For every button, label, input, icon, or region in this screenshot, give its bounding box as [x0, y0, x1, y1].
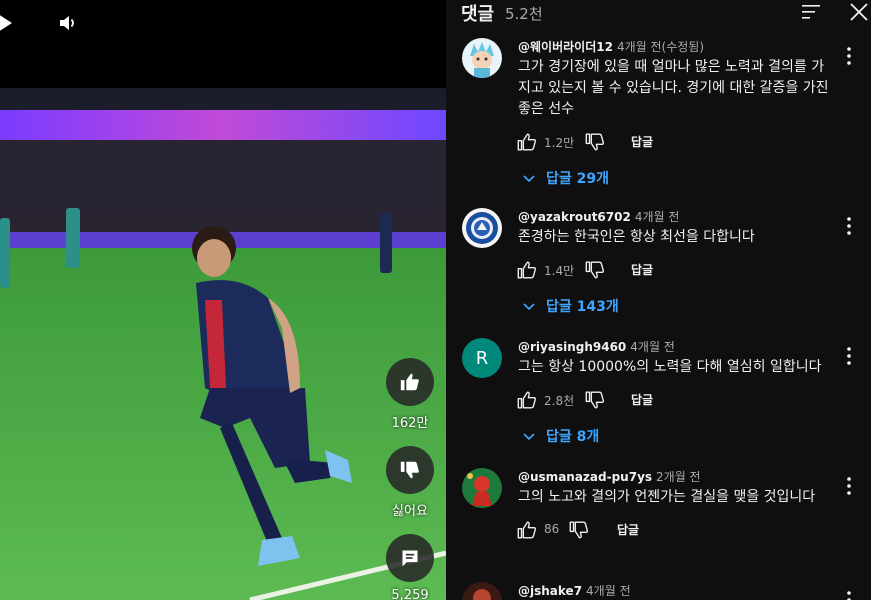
- comment-actions: 1.4만 답글: [516, 259, 836, 283]
- thumb-down-icon[interactable]: [584, 259, 606, 281]
- comment-actions: 86 답글: [516, 519, 836, 543]
- chevron-down-icon: [523, 303, 535, 311]
- comment-like-count: 1.2만: [544, 136, 575, 150]
- like-count: 162만: [391, 416, 429, 431]
- more-vert-icon[interactable]: [844, 590, 854, 600]
- comment-like-count: 1.4만: [544, 264, 575, 278]
- view-replies-button[interactable]: 답글 29개: [518, 168, 836, 190]
- comments-header: 댓글 5.2천: [446, 0, 871, 30]
- avatar[interactable]: [462, 208, 502, 248]
- video-player[interactable]: 162만 싫어요 5,259: [0, 0, 446, 600]
- avatar-letter: R: [475, 347, 489, 369]
- comment-text: 그의 노고와 결의가 언젠가는 결실을 맺을 것입니다: [518, 489, 816, 505]
- comment-text: 그는 항상 10000%의 노력을 다해 열심히 일합니다: [518, 359, 822, 375]
- comment-like-count: 86: [544, 522, 560, 536]
- avatar-image: [462, 582, 502, 600]
- avatar-image: [462, 208, 502, 248]
- thumb-up-icon[interactable]: [516, 519, 538, 541]
- comment-time[interactable]: 4개월 전: [635, 210, 680, 224]
- comment-time[interactable]: 4개월 전: [586, 584, 631, 598]
- more-vert-icon[interactable]: [844, 216, 854, 236]
- view-replies-button[interactable]: 답글 143개: [518, 296, 836, 318]
- thumb-down-icon[interactable]: [568, 519, 590, 541]
- comment-text: 그가 경기장에 있을 때 얼마나 많은 노력과 결의를 가지고 있는지 볼 수 …: [518, 59, 829, 117]
- comments-title: 댓글: [461, 4, 495, 25]
- player-controls: [0, 0, 446, 88]
- avatar[interactable]: [462, 582, 502, 600]
- comment-body: @yazakrout6702 4개월 전 존경하는 한국인은 항상 최선을 다합니…: [516, 208, 836, 318]
- thumb-down-icon[interactable]: [584, 389, 606, 411]
- comments-count: 5.2천: [505, 5, 543, 23]
- comment-icon: [402, 550, 418, 567]
- thumb-up-icon: [400, 373, 419, 391]
- view-replies-button[interactable]: 답글 8개: [518, 426, 836, 448]
- avatar[interactable]: [462, 38, 502, 78]
- comment-actions: 1.2만 답글: [516, 131, 836, 155]
- chevron-down-icon: [523, 433, 535, 441]
- thumb-up-icon[interactable]: [516, 259, 538, 281]
- video-frame: [0, 88, 446, 600]
- dislike-video-button[interactable]: [386, 446, 434, 494]
- comment-actions: 2.8천 답글: [516, 389, 836, 413]
- reply-button[interactable]: 답글: [631, 391, 653, 408]
- replies-count: 답글 29개: [546, 171, 609, 187]
- sort-icon[interactable]: [800, 3, 822, 21]
- comment-author[interactable]: @yazakrout6702: [518, 210, 631, 224]
- dislike-label: 싫어요: [392, 504, 428, 519]
- comment-author[interactable]: @usmanazad-pu7ys: [518, 470, 652, 484]
- reply-button[interactable]: 답글: [631, 133, 653, 150]
- comment-time[interactable]: 4개월 전(수정됨): [617, 40, 704, 54]
- volume-icon[interactable]: [58, 13, 78, 33]
- reply-button[interactable]: 답글: [617, 521, 639, 538]
- comment-body: @jshake7 4개월 전: [518, 582, 836, 598]
- comment-author[interactable]: @jshake7: [518, 584, 582, 598]
- comments-button[interactable]: [386, 534, 434, 582]
- comment-time[interactable]: 2개월 전: [656, 470, 701, 484]
- comment-like-count: 2.8천: [544, 394, 575, 408]
- comment-body: @riyasingh9460 4개월 전 그는 항상 10000%의 노력을 다해…: [516, 338, 836, 448]
- comment-body: @usmanazad-pu7ys 2개월 전 그의 노고와 결의가 언젠가는 결실…: [516, 468, 836, 543]
- thumb-up-icon[interactable]: [516, 131, 538, 153]
- video-side-actions: 162만 싫어요 5,259: [384, 358, 436, 600]
- more-vert-icon[interactable]: [844, 346, 854, 366]
- comments-panel: 댓글 5.2천 @웨이버라이더12 4개월 전(수정됨) 그가 경기장에 있을 …: [446, 0, 871, 600]
- comment-time[interactable]: 4개월 전: [630, 340, 675, 354]
- play-icon[interactable]: [0, 14, 14, 32]
- like-video-button[interactable]: [386, 358, 434, 406]
- avatar-image: [462, 468, 502, 508]
- comment-body: @웨이버라이더12 4개월 전(수정됨) 그가 경기장에 있을 때 얼마나 많은 …: [516, 38, 836, 190]
- more-vert-icon[interactable]: [844, 46, 854, 66]
- replies-count: 답글 143개: [546, 299, 619, 315]
- thumb-up-icon[interactable]: [516, 389, 538, 411]
- comment-author[interactable]: @웨이버라이더12: [518, 40, 613, 54]
- avatar-image: [462, 38, 502, 78]
- thumb-down-icon: [400, 461, 419, 479]
- avatar[interactable]: R: [462, 338, 502, 378]
- replies-count: 답글 8개: [546, 429, 600, 445]
- comment-author[interactable]: @riyasingh9460: [518, 340, 626, 354]
- comment-count: 5,259: [391, 588, 429, 600]
- comment-text: 존경하는 한국인은 항상 최선을 다합니다: [518, 229, 755, 245]
- close-icon[interactable]: [848, 1, 870, 23]
- more-vert-icon[interactable]: [844, 476, 854, 496]
- thumb-down-icon[interactable]: [584, 131, 606, 153]
- chevron-down-icon: [523, 175, 535, 183]
- reply-button[interactable]: 답글: [631, 261, 653, 278]
- avatar[interactable]: [462, 468, 502, 508]
